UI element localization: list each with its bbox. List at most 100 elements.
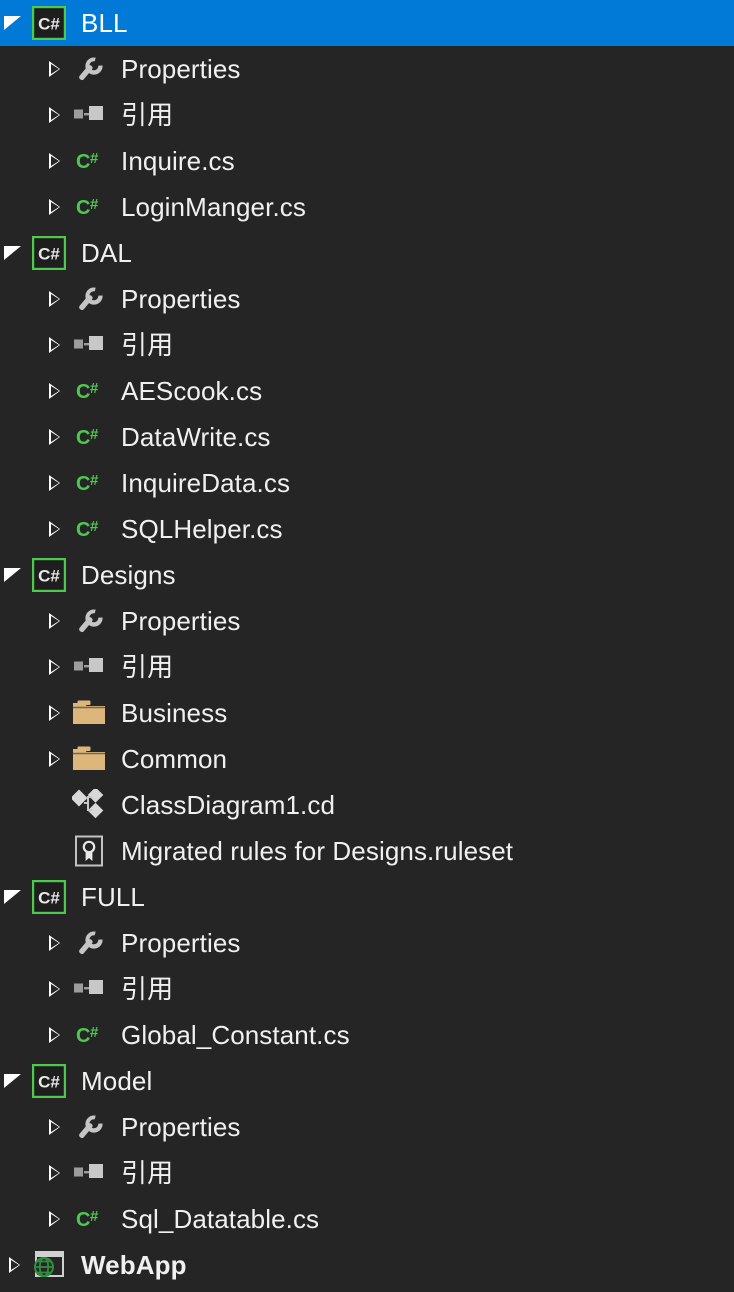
tree-row-label: BLL [81,8,128,38]
tree-row[interactable]: ClassDiagram1.cd [0,782,734,828]
solution-explorer-tree[interactable]: C# BLL Properties 引用 C # Inquire.cs C # LoginMang… [0,0,734,1292]
csharp-project-icon: C# [30,874,68,920]
tree-row-label: Global_Constant.cs [121,1020,350,1050]
chevron-right-icon[interactable] [40,920,70,966]
tree-row[interactable]: C # InquireData.cs [0,460,734,506]
tree-row[interactable]: C # Global_Constant.cs [0,1012,734,1058]
tree-row-label: Designs [81,560,176,590]
csharp-file-icon: C # [70,184,108,230]
chevron-right-icon[interactable] [40,414,70,460]
tree-row-label: InquireData.cs [121,468,291,498]
svg-text:#: # [90,472,99,489]
chevron-right-icon[interactable] [40,276,70,322]
references-icon [70,92,108,138]
svg-text:C: C [76,1209,90,1231]
tree-row[interactable]: C # Inquire.cs [0,138,734,184]
tree-row-label: Properties [121,606,241,636]
chevron-right-icon[interactable] [40,598,70,644]
tree-row[interactable]: C# FULL [0,874,734,920]
tree-row[interactable]: Properties [0,1104,734,1150]
chevron-right-icon[interactable] [40,690,70,736]
tree-row[interactable]: Migrated rules for Designs.ruleset [0,828,734,874]
csharp-file-icon: C # [70,1012,108,1058]
chevron-right-icon[interactable] [40,322,70,368]
svg-text:C: C [76,427,90,449]
tree-row[interactable]: 引用 [0,644,734,690]
chevron-down-icon[interactable] [0,552,30,598]
chevron-right-icon[interactable] [40,184,70,230]
tree-row[interactable]: 引用 [0,1150,734,1196]
tree-row[interactable]: C # Sql_Datatable.cs [0,1196,734,1242]
folder-icon [70,690,108,736]
svg-text:C: C [76,519,90,541]
tree-row-label: SQLHelper.cs [121,514,283,544]
chevron-right-icon[interactable] [40,966,70,1012]
tree-row[interactable]: C# Designs [0,552,734,598]
tree-row[interactable]: 引用 [0,92,734,138]
tree-row-label: Inquire.cs [121,146,235,176]
chevron-right-icon[interactable] [40,138,70,184]
tree-row[interactable]: Common [0,736,734,782]
tree-row-label: 引用 [121,100,174,130]
csharp-project-icon: C# [30,552,68,598]
csharp-file-icon: C # [70,460,108,506]
chevron-right-icon[interactable] [40,368,70,414]
chevron-right-icon[interactable] [40,1150,70,1196]
chevron-right-icon[interactable] [40,46,70,92]
chevron-right-icon[interactable] [0,1242,30,1288]
svg-text:#: # [90,196,99,213]
references-icon [70,966,108,1012]
chevron-right-icon[interactable] [40,644,70,690]
csharp-file-icon: C # [70,138,108,184]
tree-row-label: 引用 [121,330,174,360]
svg-text:C: C [76,151,90,173]
tree-row[interactable]: Properties [0,46,734,92]
chevron-right-icon[interactable] [40,1012,70,1058]
tree-row-label: DAL [81,238,132,268]
tree-row-label: DataWrite.cs [121,422,271,452]
tree-row[interactable]: C# BLL [0,0,734,46]
chevron-right-icon[interactable] [40,506,70,552]
tree-row-label: Properties [121,1112,241,1142]
tree-row[interactable]: C # LoginManger.cs [0,184,734,230]
tree-row[interactable]: C # SQLHelper.cs [0,506,734,552]
chevron-right-icon[interactable] [40,92,70,138]
csharp-project-icon: C# [30,1058,68,1104]
chevron-right-icon[interactable] [40,1196,70,1242]
chevron-right-icon[interactable] [40,1104,70,1150]
svg-text:#: # [90,518,99,535]
tree-row[interactable]: Properties [0,920,734,966]
svg-text:C: C [76,381,90,403]
tree-row[interactable]: 引用 [0,322,734,368]
svg-text:#: # [90,380,99,397]
svg-text:#: # [90,1024,99,1041]
chevron-down-icon[interactable] [0,230,30,276]
chevron-down-icon[interactable] [0,1058,30,1104]
tree-row-label: 引用 [121,652,174,682]
tree-row[interactable]: C# Model [0,1058,734,1104]
tree-row[interactable]: C # DataWrite.cs [0,414,734,460]
tree-row[interactable]: Business [0,690,734,736]
tree-row[interactable]: 引用 [0,966,734,1012]
tree-row[interactable]: C# DAL [0,230,734,276]
tree-row[interactable]: Properties [0,276,734,322]
chevron-down-icon[interactable] [0,0,30,46]
chevron-right-icon[interactable] [40,736,70,782]
tree-row[interactable]: Properties [0,598,734,644]
tree-row-label: Model [81,1066,153,1096]
expander-placeholder [40,828,70,874]
csharp-file-icon: C # [70,414,108,460]
tree-row[interactable]: WebApp [0,1242,734,1288]
tree-row-label: 引用 [121,974,174,1004]
csharp-file-icon: C # [70,506,108,552]
tree-row[interactable]: C # AEScook.cs [0,368,734,414]
chevron-down-icon[interactable] [0,874,30,920]
svg-text:#: # [90,426,99,443]
tree-row-label: Sql_Datatable.cs [121,1204,320,1234]
svg-text:C#: C# [38,1073,60,1092]
csharp-project-icon: C# [30,0,68,46]
ruleset-icon [70,828,108,874]
tree-row-label: WebApp [81,1250,187,1280]
chevron-right-icon[interactable] [40,460,70,506]
tree-row-label: ClassDiagram1.cd [121,790,336,820]
